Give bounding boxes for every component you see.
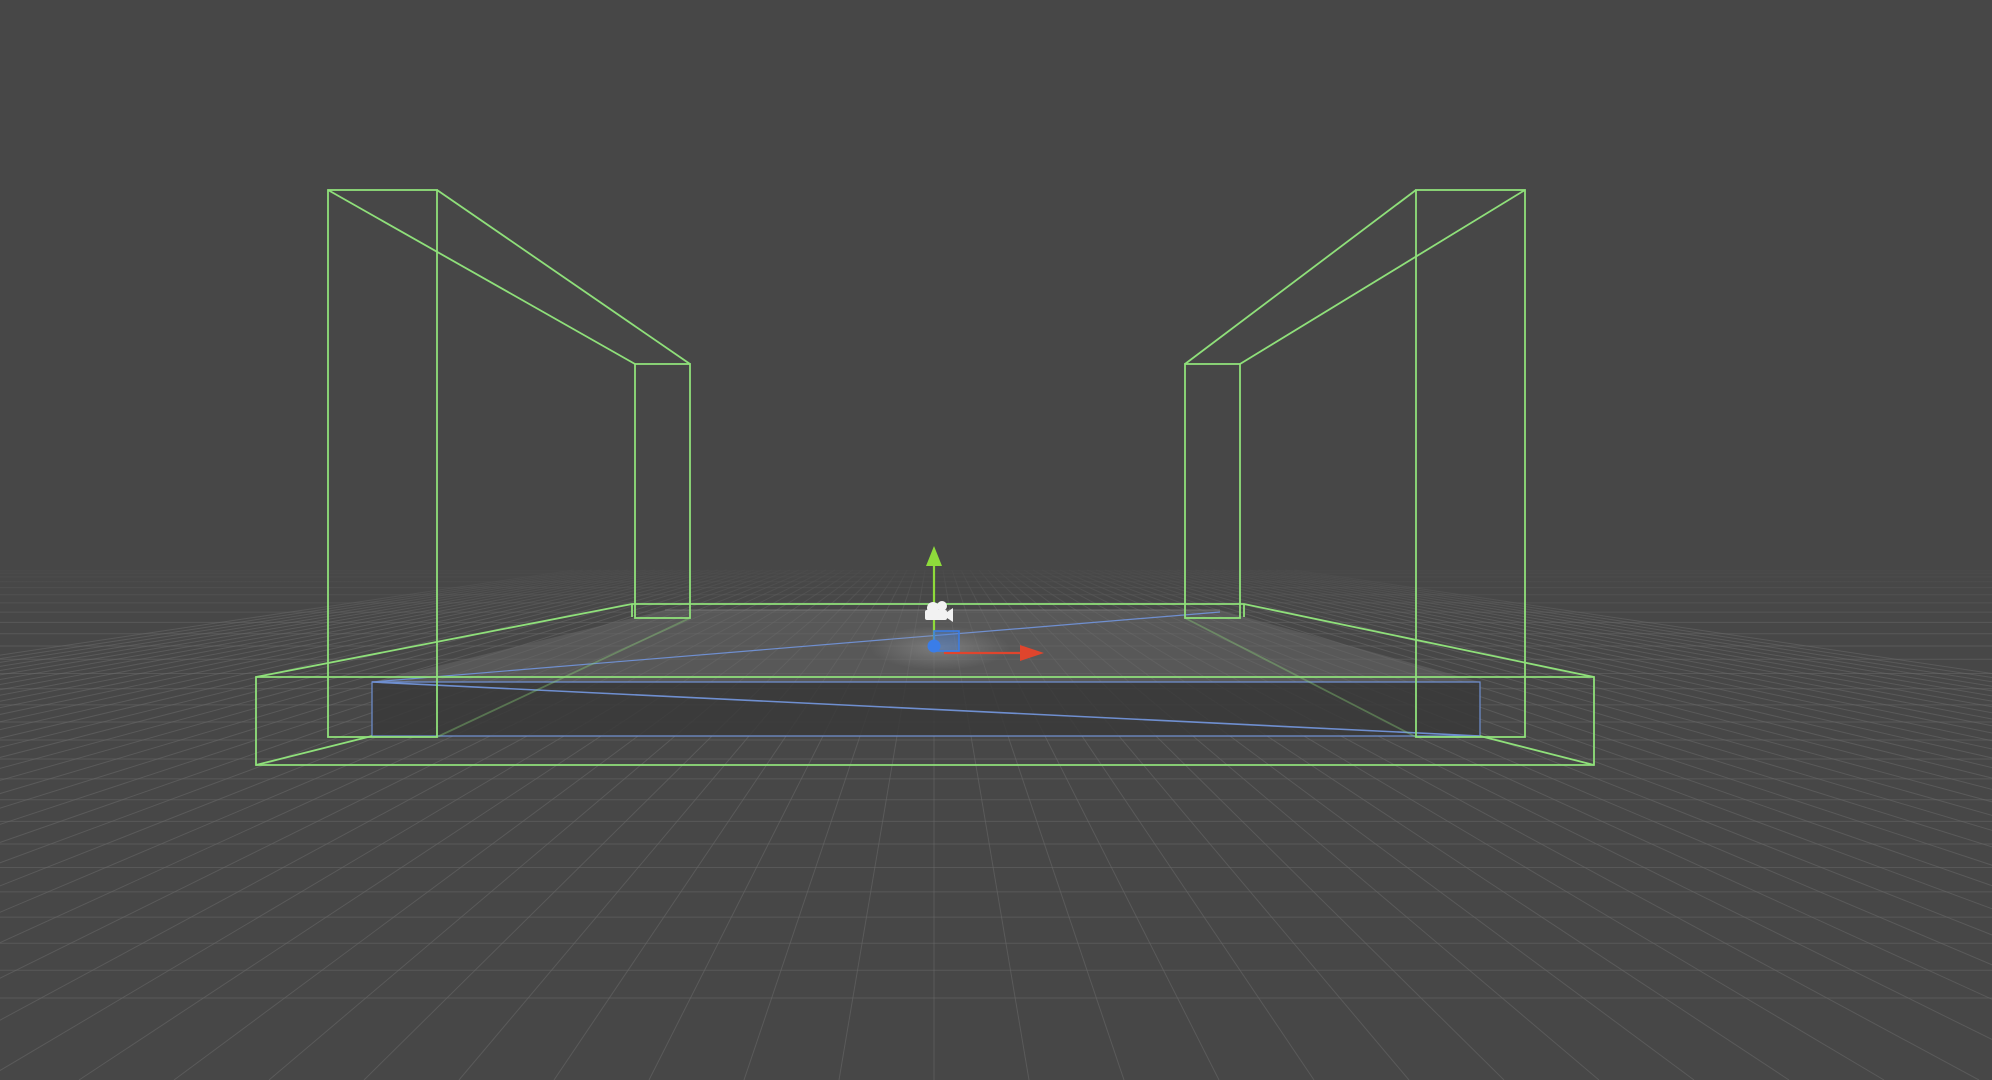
scene-viewport[interactable] — [0, 0, 1992, 1080]
z-axis-cap[interactable] — [927, 639, 941, 653]
left-wall-edge-top-inner — [436, 189, 691, 365]
y-axis-arrow[interactable] — [926, 546, 942, 566]
left-wall-edge-top-outer — [327, 189, 636, 365]
scene-canvas[interactable] — [0, 0, 1992, 1080]
